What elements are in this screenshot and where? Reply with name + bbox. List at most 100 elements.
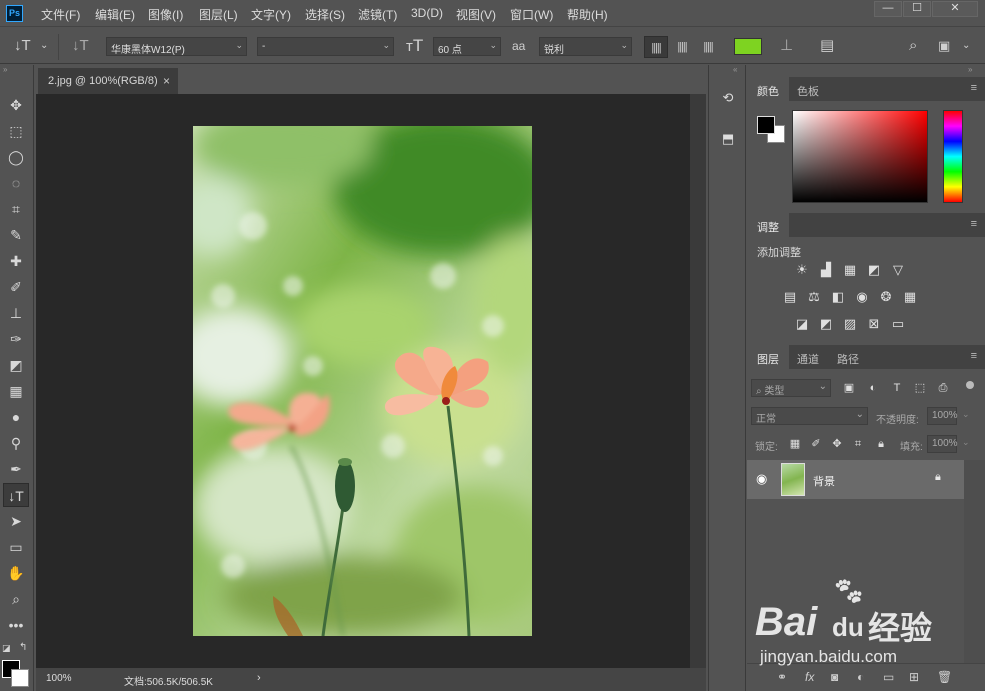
- background-color-swatch[interactable]: [11, 669, 29, 687]
- collapse-arrows-icon[interactable]: »: [968, 65, 972, 74]
- crop-tool-icon[interactable]: ⌗: [3, 197, 29, 221]
- posterize-icon[interactable]: ◩: [816, 315, 836, 333]
- add-mask-icon[interactable]: ◙: [831, 670, 838, 684]
- antialias-select[interactable]: 锐利 ⌄: [539, 37, 632, 56]
- panel-menu-icon[interactable]: ≡: [971, 82, 977, 94]
- layer-filter-select[interactable]: ⌕ 类型 ⌄: [751, 379, 831, 397]
- healing-brush-tool-icon[interactable]: ✚: [3, 249, 29, 273]
- eraser-tool-icon[interactable]: ◩: [3, 353, 29, 377]
- lasso-tool-icon[interactable]: ◯: [3, 145, 29, 169]
- marquee-tool-icon[interactable]: ⬚: [3, 119, 29, 143]
- close-window-button[interactable]: ✕: [932, 1, 978, 17]
- filter-toggle-icon[interactable]: [966, 381, 974, 389]
- new-layer-icon[interactable]: ⊞: [909, 670, 919, 684]
- filter-pixel-icon[interactable]: ▣: [839, 379, 859, 397]
- selective-color-icon[interactable]: ⊠: [864, 315, 884, 333]
- search-icon[interactable]: ⌕: [909, 37, 917, 55]
- filter-shape-icon[interactable]: ⬚: [910, 379, 930, 397]
- brightness-contrast-icon[interactable]: ☀: [792, 261, 812, 279]
- document-image[interactable]: [193, 126, 532, 636]
- menu-help[interactable]: 帮助(H): [567, 6, 608, 23]
- gradient-tool-icon[interactable]: ▦: [3, 379, 29, 403]
- zoom-level[interactable]: 100%: [46, 673, 72, 684]
- align-right-icon[interactable]: |||||: [696, 36, 720, 58]
- quick-select-tool-icon[interactable]: ◌: [3, 171, 29, 195]
- tab-paths[interactable]: 路径: [827, 345, 869, 369]
- link-layers-icon[interactable]: ⚭: [777, 670, 787, 684]
- warp-text-icon[interactable]: ⊥: [780, 37, 793, 55]
- new-adjustment-icon[interactable]: ◐: [857, 670, 864, 684]
- channel-mixer-icon[interactable]: ❂: [876, 288, 896, 306]
- menu-file[interactable]: 文件(F): [41, 6, 80, 23]
- collapse-arrows-icon[interactable]: »: [3, 65, 7, 74]
- invert-icon[interactable]: ◪: [792, 315, 812, 333]
- history-icon[interactable]: ⟲: [717, 87, 739, 109]
- eye-visibility-icon[interactable]: ◉: [756, 471, 767, 487]
- lock-image-icon[interactable]: ✐: [806, 435, 826, 453]
- brush-tool-icon[interactable]: ✐: [3, 275, 29, 299]
- chevron-down-icon[interactable]: ⌄: [962, 37, 970, 55]
- move-tool-icon[interactable]: ✥: [3, 93, 29, 117]
- type-tool-icon[interactable]: ↓T: [3, 483, 29, 507]
- chevron-down-icon[interactable]: ⌄: [962, 409, 970, 420]
- font-family-select[interactable]: 华康黑体W12(P) ⌄: [106, 37, 247, 56]
- hue-slider[interactable]: [943, 110, 963, 203]
- photo-filter-icon[interactable]: ◉: [852, 288, 872, 306]
- gradient-map-icon[interactable]: ▭: [888, 315, 908, 333]
- color-lookup-icon[interactable]: ▦: [900, 288, 920, 306]
- hand-tool-icon[interactable]: ✋: [3, 561, 29, 585]
- trash-icon[interactable]: 🗑︎: [937, 670, 952, 684]
- tab-adjustments[interactable]: 调整: [747, 213, 789, 237]
- more-tools-icon[interactable]: •••: [3, 613, 29, 637]
- chevron-down-icon[interactable]: ⌄: [962, 437, 970, 448]
- menu-edit[interactable]: 编辑(E): [95, 6, 135, 23]
- default-colors-icon[interactable]: ◪: [2, 643, 11, 654]
- vibrance-icon[interactable]: ▽: [888, 261, 908, 279]
- chevron-down-icon[interactable]: ⌄: [40, 37, 48, 55]
- menu-window[interactable]: 窗口(W): [510, 6, 553, 23]
- type-tool-preset-icon[interactable]: ↓T: [14, 37, 31, 55]
- menu-filter[interactable]: 滤镜(T): [358, 6, 397, 23]
- tab-layers[interactable]: 图层: [747, 345, 789, 369]
- menu-view[interactable]: 视图(V): [456, 6, 496, 23]
- new-group-icon[interactable]: ▭: [883, 670, 894, 684]
- fill-input[interactable]: 100%: [927, 435, 958, 453]
- threshold-icon[interactable]: ▨: [840, 315, 860, 333]
- 3d-panel-icon[interactable]: ⬒: [717, 128, 739, 150]
- vertical-scrollbar[interactable]: [690, 94, 706, 668]
- stamp-tool-icon[interactable]: ⊥: [3, 301, 29, 325]
- color-balance-icon[interactable]: ⚖: [804, 288, 824, 306]
- menu-3d[interactable]: 3D(D): [411, 6, 443, 20]
- lock-all-icon[interactable]: 🔒︎: [871, 435, 891, 453]
- minimize-button[interactable]: —: [874, 1, 902, 17]
- color-picker-field[interactable]: [792, 110, 928, 203]
- chevron-right-icon[interactable]: ›: [257, 672, 261, 684]
- panel-menu-icon[interactable]: ≡: [971, 218, 977, 230]
- font-size-select[interactable]: 60 点 ⌄: [433, 37, 501, 56]
- lock-position-icon[interactable]: ✥: [827, 435, 847, 453]
- rectangle-tool-icon[interactable]: ▭: [3, 535, 29, 559]
- filter-adjustment-icon[interactable]: ◐: [863, 379, 883, 397]
- blend-mode-select[interactable]: 正常 ⌄: [751, 407, 868, 425]
- menu-image[interactable]: 图像(I): [148, 6, 183, 23]
- lock-transparent-icon[interactable]: ▦: [785, 435, 805, 453]
- menu-layer[interactable]: 图层(L): [199, 6, 238, 23]
- swap-colors-icon[interactable]: ↰: [19, 642, 27, 653]
- maximize-button[interactable]: ☐: [903, 1, 931, 17]
- opacity-input[interactable]: 100%: [927, 407, 958, 425]
- dodge-tool-icon[interactable]: ⚲: [3, 431, 29, 455]
- levels-icon[interactable]: ▟: [816, 261, 836, 279]
- exposure-icon[interactable]: ◩: [864, 261, 884, 279]
- filter-type-icon[interactable]: T: [887, 379, 907, 397]
- tab-color[interactable]: 颜色: [747, 77, 789, 101]
- black-white-icon[interactable]: ◧: [828, 288, 848, 306]
- layer-name[interactable]: 背景: [813, 473, 835, 489]
- history-brush-tool-icon[interactable]: ✑: [3, 327, 29, 351]
- collapse-arrows-icon[interactable]: «: [733, 65, 737, 74]
- blur-tool-icon[interactable]: ●: [3, 405, 29, 429]
- close-icon[interactable]: ×: [163, 74, 170, 88]
- panel-menu-icon[interactable]: ≡: [971, 350, 977, 362]
- tab-swatches[interactable]: 色板: [787, 77, 829, 101]
- zoom-tool-icon[interactable]: ⌕: [3, 587, 29, 611]
- lock-artboard-icon[interactable]: ⌗: [848, 435, 868, 453]
